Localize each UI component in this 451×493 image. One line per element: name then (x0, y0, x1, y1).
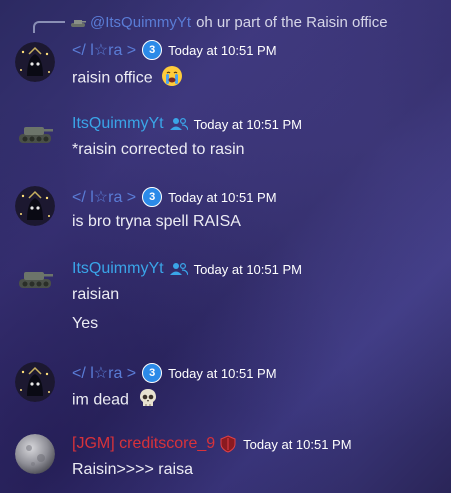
level-badge: 3 (142, 187, 163, 207)
message-header: [JGM] creditscore_9 Today at 10:51 PM (72, 435, 352, 453)
message-header: </ l☆ra > 3 Today at 10:51 PM (72, 187, 277, 207)
shield-icon (220, 435, 236, 453)
author-name[interactable]: [JGM] creditscore_9 (72, 435, 215, 453)
message-content: raisin office (72, 65, 183, 92)
message-text: im dead (72, 391, 129, 409)
reply-preview: @ItsQuimmyYt oh ur part of the Raisin of… (70, 14, 388, 31)
message-text: Yes (72, 315, 99, 332)
message-header: </ l☆ra > 3 Today at 10:51 PM (72, 40, 277, 60)
message-content: *raisin corrected to rasin (72, 141, 245, 159)
message-text: *raisin corrected to rasin (72, 141, 245, 158)
timestamp: Today at 10:51 PM (168, 42, 277, 58)
tank-icon (71, 19, 86, 27)
crying-face-icon (161, 65, 183, 92)
background-glow (0, 0, 451, 493)
message-text: raisian (72, 286, 120, 303)
message-text: raisin office (72, 69, 153, 87)
message-text: is bro tryna spell RAISA (72, 213, 241, 230)
reply-connector (33, 21, 65, 33)
timestamp: Today at 10:51 PM (168, 189, 277, 205)
message-header: </ l☆ra > 3 Today at 10:51 PM (72, 363, 277, 383)
author-name[interactable]: </ l☆ra > (72, 40, 136, 60)
reply-text: oh ur part of the Raisin office (196, 14, 388, 31)
avatar[interactable] (15, 434, 55, 474)
author-name[interactable]: ItsQuimmyYt (72, 115, 164, 133)
timestamp: Today at 10:51 PM (193, 116, 302, 132)
message-header: ItsQuimmyYt Today at 10:51 PM (72, 260, 302, 278)
reply-author[interactable]: @ItsQuimmyYt (90, 14, 191, 31)
skull-icon (137, 387, 159, 414)
level-badge: 3 (142, 40, 163, 60)
avatar[interactable] (15, 362, 55, 402)
timestamp: Today at 10:51 PM (193, 261, 302, 277)
message-content: raisian (72, 286, 119, 304)
friends-icon (169, 262, 188, 276)
avatar[interactable] (15, 42, 55, 82)
avatar[interactable] (15, 259, 55, 299)
author-name[interactable]: </ l☆ra > (72, 187, 136, 207)
message-content: is bro tryna spell RAISA (72, 213, 241, 231)
message-content: im dead (72, 387, 159, 414)
level-badge: 3 (142, 363, 163, 383)
message-content: Yes (72, 315, 98, 333)
message-header: ItsQuimmyYt Today at 10:51 PM (72, 115, 302, 133)
timestamp: Today at 10:51 PM (243, 436, 352, 452)
message-content: Raisin>>>> raisa (72, 461, 193, 479)
timestamp: Today at 10:51 PM (168, 365, 277, 381)
friends-icon (169, 117, 188, 131)
avatar[interactable] (15, 186, 55, 226)
author-name[interactable]: ItsQuimmyYt (72, 260, 164, 278)
author-name[interactable]: </ l☆ra > (72, 363, 136, 383)
message-text: Raisin>>>> raisa (72, 461, 193, 478)
avatar[interactable] (15, 114, 55, 154)
